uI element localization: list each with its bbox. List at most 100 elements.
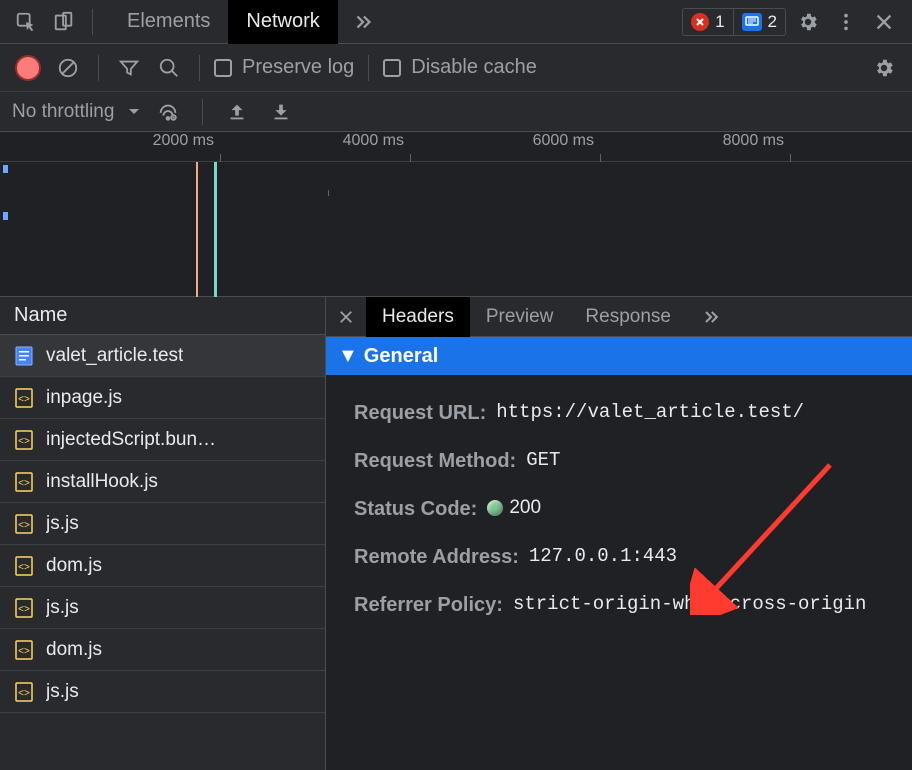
timeline-tick: 6000 ms [533, 132, 600, 150]
error-icon [691, 13, 709, 31]
separator [368, 55, 369, 81]
disclosure-triangle-icon: ▼ [338, 345, 358, 368]
separator [98, 55, 99, 81]
request-name: js.js [46, 597, 79, 619]
js-file-icon: <> [14, 387, 34, 409]
request-name: injectedScript.bun… [46, 429, 216, 451]
svg-text:<>: <> [18, 478, 30, 489]
request-row[interactable]: <> installHook.js [0, 461, 325, 503]
disable-cache-label: Disable cache [411, 56, 537, 79]
kv-referrer-policy: Referrer Policy: strict-origin-when-cros… [354, 581, 912, 629]
search-icon[interactable] [153, 52, 185, 84]
info-icon [742, 13, 762, 31]
request-list-panel: Name valet_article.test <> inpage.js <> inje… [0, 297, 326, 770]
timeline-tick: 4000 ms [343, 132, 410, 150]
kv-status-code: Status Code: 200 [354, 485, 912, 533]
preserve-log-label: Preserve log [242, 56, 354, 79]
record-button[interactable] [12, 52, 44, 84]
request-list: valet_article.test <> inpage.js <> injectedS… [0, 335, 325, 713]
clear-icon[interactable] [52, 52, 84, 84]
request-list-header[interactable]: Name [0, 297, 325, 335]
more-tabs-chevron-icon[interactable] [338, 0, 388, 43]
svg-text:<>: <> [18, 520, 30, 531]
request-row[interactable]: <> inpage.js [0, 377, 325, 419]
network-conditions-icon[interactable] [152, 96, 184, 128]
kv-request-method: Request Method: GET [354, 437, 912, 485]
request-detail-panel: Headers Preview Response ▼ General Reque… [326, 297, 912, 770]
kebab-menu-icon[interactable] [830, 6, 862, 38]
throttling-toolbar: No throttling [0, 92, 912, 132]
js-file-icon: <> [14, 597, 34, 619]
request-name: inpage.js [46, 387, 122, 409]
request-url-label: Request URL: [354, 398, 486, 428]
throttling-label: No throttling [12, 101, 114, 123]
settings-gear-icon[interactable] [792, 6, 824, 38]
js-file-icon: <> [14, 513, 34, 535]
request-row[interactable]: <> js.js [0, 503, 325, 545]
kv-remote-address: Remote Address: 127.0.0.1:443 [354, 533, 912, 581]
timeline-ruler: 2000 ms 4000 ms 6000 ms 8000 ms 100 [0, 132, 912, 162]
request-row[interactable]: valet_article.test [0, 335, 325, 377]
timeline-waterfall [0, 162, 912, 297]
close-devtools-icon[interactable] [868, 6, 900, 38]
svg-text:<>: <> [18, 646, 30, 657]
throttling-select[interactable]: No throttling [12, 101, 140, 123]
js-file-icon: <> [14, 429, 34, 451]
network-settings-gear-icon[interactable] [868, 52, 900, 84]
separator [199, 55, 200, 81]
request-row[interactable]: <> js.js [0, 587, 325, 629]
remote-address-label: Remote Address: [354, 542, 519, 572]
request-method-value: GET [526, 446, 560, 476]
network-timeline[interactable]: 2000 ms 4000 ms 6000 ms 8000 ms 100 [0, 132, 912, 297]
document-file-icon [14, 345, 34, 367]
svg-text:<>: <> [18, 394, 30, 405]
console-badges[interactable]: 1 2 [682, 8, 786, 36]
detail-tabs: Headers Preview Response [326, 297, 912, 337]
preserve-log-checkbox[interactable]: Preserve log [214, 56, 354, 79]
timeline-tick: 8000 ms [723, 132, 790, 150]
referrer-policy-label: Referrer Policy: [354, 590, 503, 620]
error-badge[interactable]: 1 [683, 9, 732, 35]
detail-tab-headers[interactable]: Headers [366, 297, 470, 337]
detail-tab-preview[interactable]: Preview [470, 297, 570, 337]
inspect-element-icon[interactable] [10, 6, 42, 38]
general-section-title: General [364, 345, 438, 368]
request-name: dom.js [46, 555, 102, 577]
status-dot-icon [487, 500, 503, 516]
more-detail-tabs-icon[interactable] [687, 297, 735, 336]
svg-text:<>: <> [18, 436, 30, 447]
js-file-icon: <> [14, 639, 34, 661]
status-code-value: 200 [487, 494, 541, 524]
js-file-icon: <> [14, 555, 34, 577]
info-count: 2 [768, 12, 777, 32]
detail-tab-response[interactable]: Response [569, 297, 687, 337]
tab-network[interactable]: Network [228, 0, 337, 44]
download-har-icon[interactable] [265, 96, 297, 128]
svg-text:<>: <> [18, 562, 30, 573]
request-name: installHook.js [46, 471, 158, 493]
upload-har-icon[interactable] [221, 96, 253, 128]
device-toolbar-icon[interactable] [48, 6, 80, 38]
request-row[interactable]: <>js.js [0, 671, 325, 713]
filter-icon[interactable] [113, 52, 145, 84]
network-main: Name valet_article.test <> inpage.js <> inje… [0, 297, 912, 770]
tab-elements[interactable]: Elements [109, 0, 228, 44]
general-section-header[interactable]: ▼ General [326, 337, 912, 375]
svg-text:<>: <> [18, 604, 30, 615]
close-detail-icon[interactable] [326, 297, 366, 336]
info-badge[interactable]: 2 [733, 9, 785, 35]
referrer-policy-value: strict-origin-when-cross-origin [513, 590, 866, 620]
js-file-icon: <> [14, 681, 34, 703]
request-name: dom.js [46, 639, 102, 661]
request-row[interactable]: <> dom.js [0, 629, 325, 671]
request-row[interactable]: <> dom.js [0, 545, 325, 587]
status-code-label: Status Code: [354, 494, 477, 524]
disable-cache-checkbox[interactable]: Disable cache [383, 56, 537, 79]
timeline-tick: 2000 ms [153, 132, 220, 150]
network-toolbar: Preserve log Disable cache [0, 44, 912, 92]
js-file-icon: <> [14, 471, 34, 493]
request-name: js.js [46, 513, 79, 535]
request-url-value: https://valet_article.test/ [496, 398, 804, 428]
request-row[interactable]: <> injectedScript.bun… [0, 419, 325, 461]
devtools-top-bar: Elements Network 1 2 [0, 0, 912, 44]
